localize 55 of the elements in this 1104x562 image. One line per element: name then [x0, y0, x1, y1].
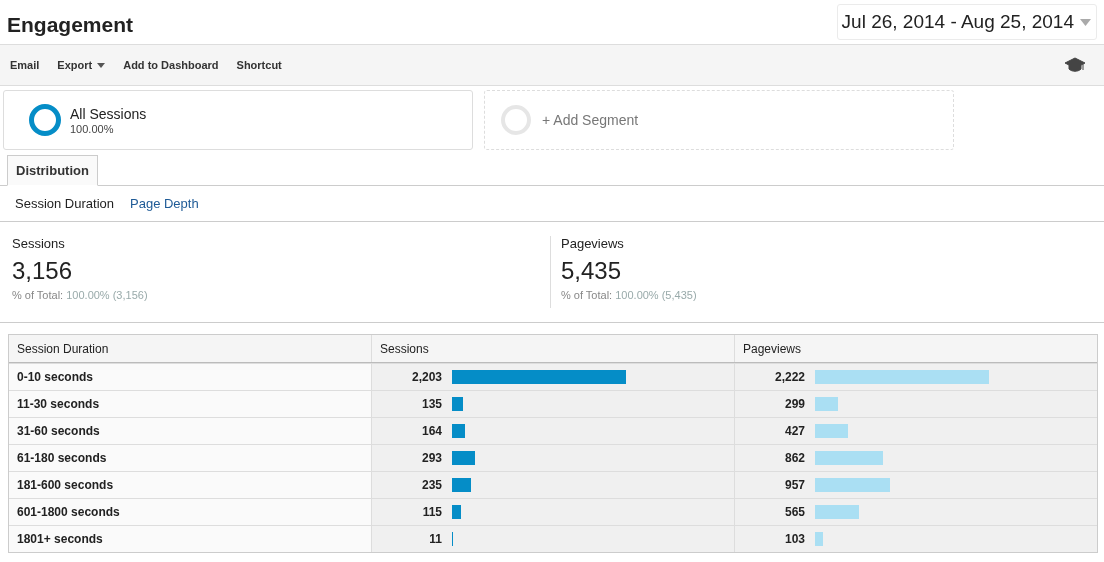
graduation-cap-icon[interactable] — [1064, 57, 1086, 73]
table-cell: 601-1800 seconds — [9, 499, 371, 525]
segment-share: 100.00% — [70, 122, 115, 135]
metric-total: % of Total: 100.00% (3,156) — [12, 289, 149, 301]
toolbar-button[interactable]: Export — [57, 59, 106, 71]
add-segment-label: + Add Segment — [542, 112, 639, 128]
ring-icon — [500, 104, 532, 136]
table-cell-text: 115 — [421, 505, 443, 519]
bar — [452, 397, 463, 411]
table-cell-text: 103 — [783, 532, 806, 546]
table-cell: 31-60 seconds — [9, 418, 371, 444]
table-cell: 61-180 seconds — [9, 445, 371, 471]
subtab-link[interactable]: Session Duration — [15, 196, 114, 211]
toolbar-button[interactable]: Add to Dashboard — [123, 59, 219, 71]
bar — [452, 505, 461, 519]
add-segment-card[interactable]: + Add Segment — [484, 90, 954, 150]
metric-value: 3,156 — [12, 257, 74, 285]
table-cell-text: 11 — [428, 532, 443, 546]
bar — [815, 451, 883, 465]
table-cell-text: 957 — [783, 478, 806, 492]
bar — [815, 397, 838, 411]
tab[interactable]: Distribution — [7, 155, 98, 186]
ring-icon — [28, 103, 62, 137]
toolbar-button[interactable]: Email — [10, 59, 40, 71]
segment-card[interactable]: All Sessions 100.00% — [3, 90, 473, 150]
date-range-picker[interactable]: Jul 26, 2014 - Aug 25, 2014 — [836, 4, 1097, 40]
table-cell: 0-10 seconds — [9, 364, 371, 390]
table-cell-text: 164 — [420, 424, 443, 438]
table-cell-text: 135 — [420, 397, 443, 411]
metric-total: % of Total: 100.00% (5,435) — [561, 289, 698, 301]
table-cell-text: 2,222 — [773, 370, 806, 384]
bar — [815, 424, 848, 438]
table-cell: 11-30 seconds — [9, 391, 371, 417]
bar — [452, 451, 475, 465]
table-cell-text: 293 — [420, 451, 443, 465]
bar — [452, 424, 465, 438]
subtab-link[interactable]: Page Depth — [130, 196, 199, 211]
metric-value: 5,435 — [561, 257, 623, 285]
bar — [815, 532, 823, 546]
metric-label: Pageviews — [561, 236, 625, 251]
table-cell-text: 862 — [783, 451, 806, 465]
toolbar-button[interactable]: Shortcut — [236, 59, 282, 71]
table-cell: 1801+ seconds — [9, 526, 371, 552]
bar — [815, 505, 859, 519]
table-cell: 181-600 seconds — [9, 472, 371, 498]
page-title: Engagement — [7, 13, 134, 37]
table-cell-text: 565 — [783, 505, 806, 519]
table-cell-text: 2,203 — [410, 370, 443, 384]
table-cell-text: 299 — [783, 397, 806, 411]
bar — [452, 478, 471, 492]
caret-icon — [1080, 18, 1091, 26]
segment-name: All Sessions — [70, 105, 147, 122]
table-cell-text: 235 — [420, 478, 443, 492]
metric-label: Sessions — [12, 236, 66, 251]
table-cell-text: 427 — [783, 424, 806, 438]
